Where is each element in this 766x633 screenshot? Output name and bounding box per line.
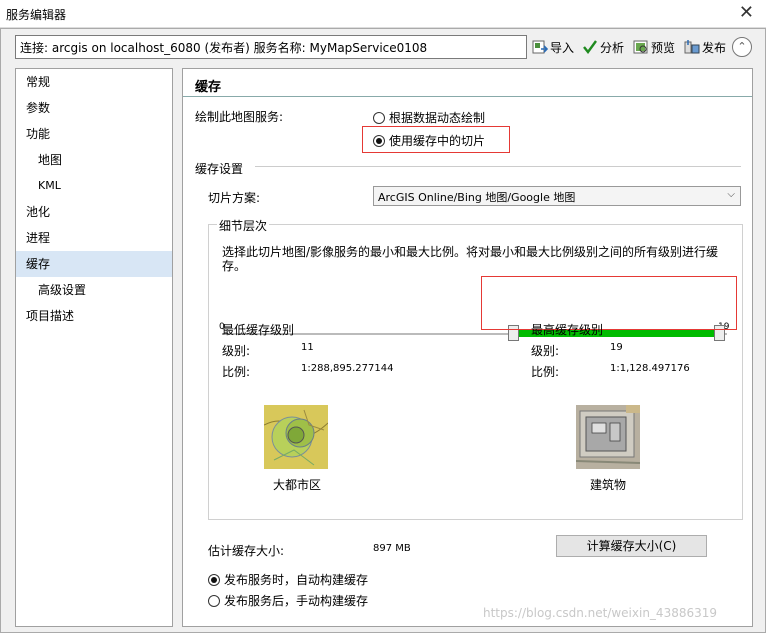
draw-mode-label: 绘制此地图服务: [195,110,284,124]
radio-draw-dynamic-label: 根据数据动态绘制 [389,111,486,125]
radio-button[interactable] [373,111,385,124]
service-editor-window: 连接: arcgis on localhost_6080 (发布者) 服务名称:… [0,28,766,633]
max-scale-value: 1:1,128.497176 [610,363,690,374]
buildings-preview-image [576,405,640,469]
close-icon[interactable]: ✕ [739,2,754,23]
radio-build-auto[interactable]: 发布服务时，自动构建缓存 [208,571,368,588]
tiling-scheme-value: ArcGIS Online/Bing 地图/Google 地图 [378,191,576,204]
sidebar-item-item-description[interactable]: 项目描述 [16,303,172,329]
page-title: 缓存 [195,80,222,95]
min-scale-value: 1:288,895.277144 [301,363,394,374]
sidebar-item-advanced-settings[interactable]: 高级设置 [16,277,172,303]
lod-description-line2: 存。 [222,259,247,273]
title-divider [183,96,752,97]
import-label: 导入 [550,40,575,55]
sidebar-item-capabilities[interactable]: 功能 [16,121,172,147]
sidebar: 常规 参数 功能 地图 KML 池化 进程 缓存 高级设置 项目描述 [15,68,173,627]
max-level-value: 19 [610,342,623,353]
min-level-value: 11 [301,342,314,353]
radio-draw-dynamic[interactable]: 根据数据动态绘制 [373,109,485,126]
publish-button[interactable]: 发布 [684,37,726,57]
sidebar-item-processes[interactable]: 进程 [16,225,172,251]
max-level-label: 级别: [531,344,560,358]
radio-build-auto-label: 发布服务时，自动构建缓存 [224,573,369,587]
preview-icon [633,40,648,54]
sidebar-item-kml[interactable]: KML [16,173,172,199]
checkmark-icon [583,40,597,54]
analyze-label: 分析 [600,40,625,55]
calculate-cache-size-button[interactable]: 计算缓存大小(C) [556,535,707,557]
collapse-up-icon[interactable]: ⌃ [732,37,752,57]
settings-divider [255,166,741,167]
sidebar-item-map[interactable]: 地图 [16,147,172,173]
analyze-button[interactable]: 分析 [582,37,624,57]
title-bar: 服务编辑器 ✕ [0,0,766,28]
window-title: 服务编辑器 [6,8,67,22]
radio-button-selected[interactable] [208,573,220,586]
preview-label: 预览 [651,40,676,55]
cache-settings-label: 缓存设置 [195,162,244,176]
preview-button[interactable]: 预览 [633,37,675,57]
watermark-text: https://blog.csdn.net/weixin_43886319 [483,606,718,620]
radio-build-manual[interactable]: 发布服务后，手动构建缓存 [208,592,368,609]
import-icon [532,40,548,54]
connection-info-field: 连接: arcgis on localhost_6080 (发布者) 服务名称:… [15,35,527,59]
lod-description-line1: 选择此切片地图/影像服务的最小和最大比例。将对最小和最大比例级别之间的所有级别进… [222,245,719,259]
radio-button[interactable] [208,594,220,607]
metro-area-caption: 大都市区 [273,478,322,492]
sidebar-item-caching[interactable]: 缓存 [16,251,172,277]
highlight-box [481,276,737,330]
min-scale-label: 比例: [222,365,251,379]
publish-label: 发布 [702,40,727,55]
tiling-scheme-select[interactable]: ArcGIS Online/Bing 地图/Google 地图 ⌵ [373,186,741,206]
min-level-label: 级别: [222,344,251,358]
buildings-caption: 建筑物 [590,478,627,492]
levels-of-detail-title: 细节层次 [217,217,270,234]
chevron-down-icon[interactable]: ⌵ [727,189,735,200]
sidebar-item-general[interactable]: 常规 [16,69,172,95]
import-button[interactable]: 导入 [532,37,574,57]
max-scale-label: 比例: [531,365,560,379]
tiling-scheme-label: 切片方案: [208,191,261,205]
sidebar-item-pooling[interactable]: 池化 [16,199,172,225]
estimated-size-label: 估计缓存大小: [208,544,285,558]
radio-build-manual-label: 发布服务后，手动构建缓存 [224,594,369,608]
highlight-box [362,126,510,153]
caching-panel: 缓存 绘制此地图服务: 根据数据动态绘制 使用缓存中的切片 缓存设置 切片方案:… [182,68,753,627]
sidebar-item-parameters[interactable]: 参数 [16,95,172,121]
estimated-size-value: 897 MB [373,543,411,554]
metro-area-preview-image [264,405,328,469]
min-level-title: 最低缓存级别 [222,323,295,337]
max-level-title: 最高缓存级别 [531,323,604,337]
publish-icon [684,40,700,54]
